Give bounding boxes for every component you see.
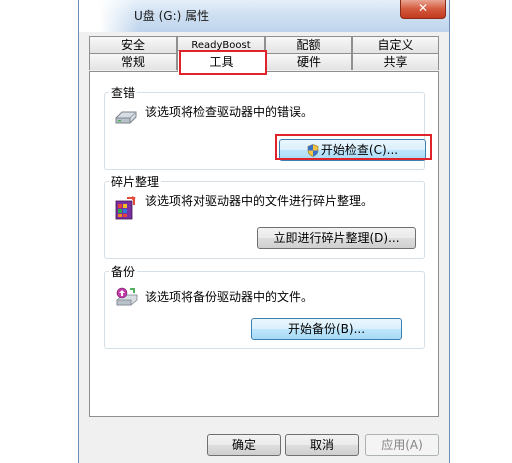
tab-customize[interactable]: 自定义 — [352, 36, 439, 53]
tab-quota[interactable]: 配额 — [265, 36, 352, 53]
title-icon-blurred — [79, 0, 139, 32]
defrag-title: 碎片整理 — [109, 173, 162, 190]
error-check-title: 查错 — [109, 84, 138, 101]
backup-group: 备份 该选项将备份驱动器中的文件。 开始备份(B)... — [104, 263, 425, 349]
backup-title: 备份 — [109, 263, 138, 280]
start-backup-button[interactable]: 开始备份(B)... — [251, 318, 402, 340]
defrag-now-label: 立即进行碎片整理(D)... — [273, 231, 400, 245]
tools-tab-highlight-box — [179, 50, 267, 75]
drive-icon — [115, 111, 137, 124]
tab-sharing[interactable]: 共享 — [352, 53, 439, 70]
tools-panel: 查错 该选项将检查驱动器中的错误。 开始检查(C)... 碎片整理 该选项将对驱… — [89, 71, 439, 417]
properties-dialog: U盘 (G:) 属性 ✕ 安全 ReadyBoost 配额 自定义 常规 工具 … — [78, 0, 450, 463]
tab-hardware[interactable]: 硬件 — [266, 53, 352, 70]
backup-description: 该选项将备份驱动器中的文件。 — [145, 290, 314, 304]
tab-general[interactable]: 常规 — [89, 53, 177, 70]
defrag-now-button[interactable]: 立即进行碎片整理(D)... — [257, 227, 416, 249]
tab-security[interactable]: 安全 — [89, 36, 177, 53]
defrag-description: 该选项将对驱动器中的文件进行碎片整理。 — [145, 194, 374, 208]
start-backup-label: 开始备份(B)... — [287, 322, 366, 336]
backup-icon — [116, 287, 138, 306]
cancel-button[interactable]: 取消 — [285, 434, 359, 456]
window-title: U盘 (G:) 属性 — [134, 9, 210, 23]
start-check-highlight-box — [275, 134, 432, 160]
title-bar[interactable]: U盘 (G:) 属性 ✕ — [79, 0, 449, 32]
error-check-description: 该选项将检查驱动器中的错误。 — [145, 105, 314, 119]
ok-button[interactable]: 确定 — [207, 434, 281, 456]
defrag-group: 碎片整理 该选项将对驱动器中的文件进行碎片整理。 立即进行碎片整理(D)... — [104, 173, 425, 259]
defrag-icon — [115, 196, 136, 220]
apply-button[interactable]: 应用(A) — [365, 434, 439, 456]
close-button[interactable]: ✕ — [400, 0, 446, 19]
